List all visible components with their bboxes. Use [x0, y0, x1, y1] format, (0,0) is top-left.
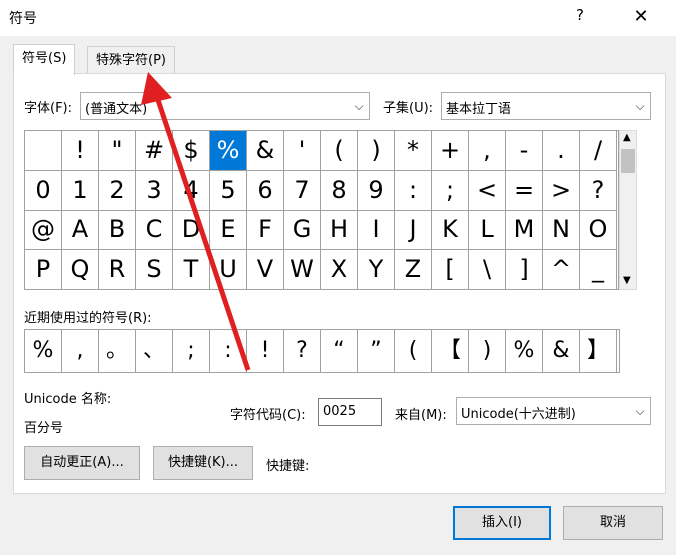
annotation-arrow [141, 72, 251, 371]
arrow-head [141, 72, 172, 105]
tab-symbols[interactable]: 符号(S) [13, 44, 76, 75]
arrow-shaft [155, 99, 251, 371]
